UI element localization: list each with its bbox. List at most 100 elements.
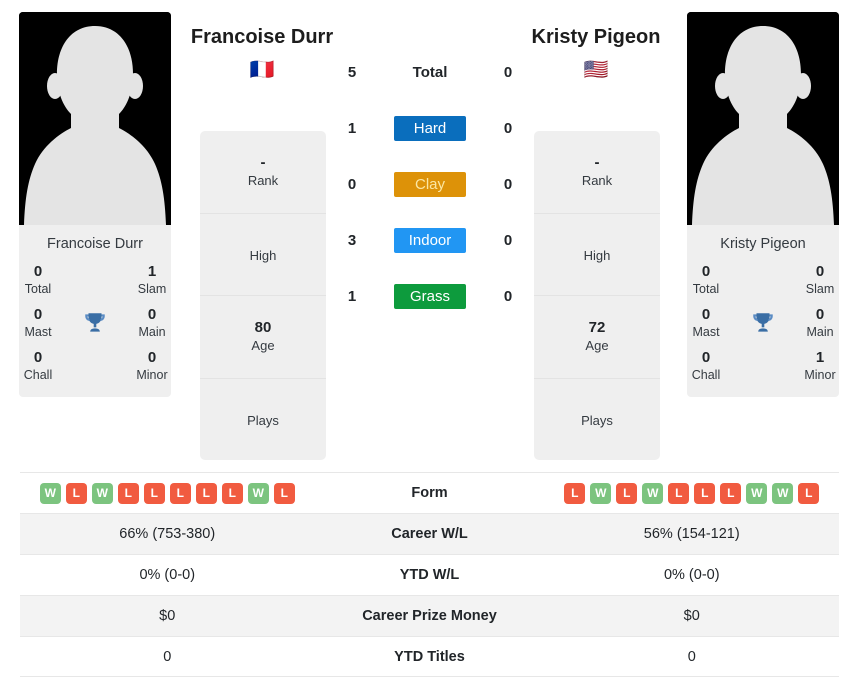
flag-icon-left: 🇫🇷: [249, 59, 275, 81]
form-chip-loss[interactable]: L: [694, 482, 716, 504]
form-strip-left: WLWLLLLLWL: [20, 482, 315, 504]
surface-titles-comparison: 5 Total 0 1 Hard 0 0 Clay 0 3 Indoor 0 1…: [340, 58, 520, 310]
titles-total-right: 0 Total: [692, 263, 720, 296]
titles-minor-right: 1 Minor: [804, 349, 836, 382]
comparison-top-area: Francoise Durr 0 Total 1 Slam 0 Mast 0 M…: [0, 0, 859, 462]
career-wl-right: 56% (154-121): [643, 526, 740, 542]
player-titles-panel-left: Francoise Durr 0 Total 1 Slam 0 Mast 0 M…: [19, 225, 171, 397]
titles-slam-left: 1 Slam: [137, 263, 167, 296]
form-chip-loss[interactable]: L: [273, 482, 295, 504]
table-row-career-prize-money: $0 Career Prize Money $0: [20, 595, 839, 636]
career-prize-money-right: $0: [683, 608, 700, 624]
titles-grid-left: 0 Total 1 Slam 0 Mast 0 Main 0 Chall 0 M…: [19, 263, 171, 383]
flag-icon-right: 🇺🇸: [583, 59, 609, 81]
ytd-wl-right: 0% (0-0): [663, 567, 720, 583]
player-stats-box-left: - Rank High 80 Age Plays: [200, 131, 326, 460]
form-chip-loss[interactable]: L: [143, 482, 165, 504]
surface-row-hard: 1 Hard 0: [340, 114, 520, 142]
stat-plays-left: Plays: [247, 412, 279, 428]
player-comparison-page: Francoise Durr 0 Total 1 Slam 0 Mast 0 M…: [0, 0, 859, 681]
table-row-label: Form: [411, 485, 448, 501]
surface-left-value: 1: [347, 287, 357, 305]
player-name-left: Francoise Durr: [190, 26, 334, 48]
form-chip-loss[interactable]: L: [221, 482, 243, 504]
form-strip-right: LWLWLLLWWL: [545, 482, 840, 504]
form-chip-loss[interactable]: L: [668, 482, 690, 504]
form-chip-loss[interactable]: L: [195, 482, 217, 504]
player-avatar-left: [19, 12, 171, 225]
table-row-career-wl: 66% (753-380) Career W/L 56% (154-121): [20, 513, 839, 554]
stat-rank-right: - Rank: [534, 131, 660, 214]
surface-right-value: 0: [503, 231, 513, 249]
titles-slam-right: 0 Slam: [805, 263, 835, 296]
titles-minor-left: 0 Minor: [136, 349, 168, 382]
surface-badge-grass: Grass: [394, 283, 466, 309]
titles-chall-right: 0 Chall: [691, 349, 721, 382]
ytd-titles-right: 0: [687, 648, 696, 665]
surface-row-indoor: 3 Indoor 0: [340, 226, 520, 254]
comparison-table: WLWLLLLLWL Form LWLWLLLWWL 66% (753-380)…: [20, 472, 839, 677]
career-prize-money-left: $0: [159, 608, 176, 624]
stat-high-left: High: [200, 214, 326, 296]
surface-right-value: 0: [503, 175, 513, 193]
stat-plays-right: Plays: [581, 412, 613, 428]
table-row-label: Career Prize Money: [362, 608, 497, 624]
trophy-icon: [82, 310, 108, 336]
ytd-wl-left: 0% (0-0): [139, 567, 196, 583]
player-avatar-right: [687, 12, 839, 225]
form-chip-loss[interactable]: L: [720, 482, 742, 504]
surface-left-value: 5: [347, 63, 357, 81]
form-chip-loss[interactable]: L: [616, 482, 638, 504]
form-chip-win[interactable]: W: [91, 482, 113, 504]
surface-badge-clay: Clay: [394, 171, 466, 197]
surface-right-value: 0: [503, 63, 513, 81]
form-chip-win[interactable]: W: [590, 482, 612, 504]
surface-label-total: Total: [412, 63, 448, 81]
form-chip-win[interactable]: W: [746, 482, 768, 504]
form-chip-win[interactable]: W: [39, 482, 61, 504]
surface-right-value: 0: [503, 119, 513, 137]
table-row-label: YTD W/L: [399, 567, 460, 583]
player-stats-box-right: - Rank High 72 Age Plays: [534, 131, 660, 460]
table-row-ytd-wl: 0% (0-0) YTD W/L 0% (0-0): [20, 554, 839, 595]
surface-row-clay: 0 Clay 0: [340, 170, 520, 198]
titles-total-left: 0 Total: [24, 263, 52, 296]
player-card-name-right: Kristy Pigeon: [720, 236, 806, 252]
form-chip-win[interactable]: W: [772, 482, 794, 504]
player-card-name-left: Francoise Durr: [47, 236, 143, 252]
form-chip-loss[interactable]: L: [798, 482, 820, 504]
surface-row-total: 5 Total 0: [340, 58, 520, 86]
surface-badge-indoor: Indoor: [394, 227, 466, 253]
table-row-ytd-titles: 0 YTD Titles 0: [20, 636, 839, 677]
form-chip-win[interactable]: W: [642, 482, 664, 504]
table-row-label: YTD Titles: [394, 648, 465, 665]
form-chip-loss[interactable]: L: [65, 482, 87, 504]
stat-high-right: High: [534, 214, 660, 296]
form-chip-loss[interactable]: L: [117, 482, 139, 504]
form-cell-left: WLWLLLLLWL: [20, 482, 315, 504]
player-name-right: Kristy Pigeon: [531, 26, 661, 48]
titles-chall-left: 0 Chall: [23, 349, 53, 382]
surface-left-value: 3: [347, 231, 357, 249]
player-card-left[interactable]: Francoise Durr 0 Total 1 Slam 0 Mast 0 M…: [19, 12, 171, 397]
player-titles-panel-right: Kristy Pigeon 0 Total 0 Slam 0 Mast 0 Ma…: [687, 225, 839, 397]
form-chip-loss[interactable]: L: [169, 482, 191, 504]
trophy-icon: [750, 310, 776, 336]
surface-right-value: 0: [503, 287, 513, 305]
form-cell-right: LWLWLLLWWL: [545, 482, 840, 504]
player-header-right: Kristy Pigeon 🇺🇸: [516, 24, 676, 82]
form-chip-win[interactable]: W: [247, 482, 269, 504]
surface-left-value: 1: [347, 119, 357, 137]
titles-grid-right: 0 Total 0 Slam 0 Mast 0 Main 0 Chall 1 M…: [687, 263, 839, 383]
form-chip-loss[interactable]: L: [564, 482, 586, 504]
player-card-right[interactable]: Kristy Pigeon 0 Total 0 Slam 0 Mast 0 Ma…: [687, 12, 839, 397]
table-row-form: WLWLLLLLWL Form LWLWLLLWWL: [20, 472, 839, 513]
table-row-label: Career W/L: [391, 526, 468, 542]
ytd-titles-left: 0: [163, 648, 172, 665]
player-header-left: Francoise Durr 🇫🇷: [182, 24, 342, 82]
surface-left-value: 0: [347, 175, 357, 193]
surface-row-grass: 1 Grass 0: [340, 282, 520, 310]
stat-rank-left: - Rank: [200, 131, 326, 214]
career-wl-left: 66% (753-380): [119, 526, 216, 542]
stat-age-right: 72 Age: [534, 296, 660, 379]
